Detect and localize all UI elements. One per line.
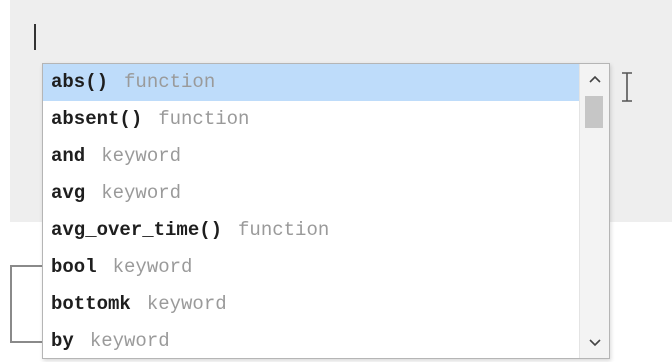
suggestion-label: avg	[51, 182, 86, 204]
suggestion-scrollbar[interactable]	[579, 64, 609, 358]
scroll-up-button[interactable]	[580, 64, 609, 94]
suggestion-label: abs()	[51, 71, 109, 93]
suggestion-kind: keyword	[101, 182, 182, 204]
suggestion-label: and	[51, 145, 86, 167]
suggestion-label: bottomk	[51, 293, 131, 315]
ibeam-cursor-icon	[622, 72, 632, 102]
suggestion-item[interactable]: avg_over_time() function	[43, 212, 579, 249]
suggestion-kind: keyword	[112, 256, 193, 278]
suggestion-label: by	[51, 330, 74, 352]
chevron-up-icon	[588, 75, 601, 83]
suggestion-kind: keyword	[101, 145, 182, 167]
scroll-down-button[interactable]	[580, 328, 609, 358]
suggestion-kind: function	[238, 219, 330, 241]
suggestion-item[interactable]: abs() function	[43, 64, 579, 101]
suggestion-list: abs() function absent() function and keywor…	[43, 64, 579, 358]
app-stage: abs() function absent() function and keywor…	[0, 0, 672, 362]
suggestion-label: avg_over_time()	[51, 219, 223, 241]
suggestion-label: absent()	[51, 108, 143, 130]
suggestion-item[interactable]: absent() function	[43, 101, 579, 138]
suggestion-kind: keyword	[146, 293, 227, 315]
suggestion-label: bool	[51, 256, 97, 278]
suggestion-item[interactable]: bool keyword	[43, 249, 579, 286]
autocomplete-dropdown: abs() function absent() function and keywor…	[42, 63, 610, 359]
suggestion-item[interactable]: by keyword	[43, 323, 579, 358]
suggestion-item[interactable]: and keyword	[43, 138, 579, 175]
suggestion-kind: function	[124, 71, 216, 93]
chevron-down-icon	[588, 339, 601, 347]
scrollbar-thumb[interactable]	[585, 96, 603, 128]
suggestion-kind: function	[158, 108, 250, 130]
text-caret	[34, 24, 36, 50]
suggestion-item[interactable]: bottomk keyword	[43, 286, 579, 323]
suggestion-item[interactable]: avg keyword	[43, 175, 579, 212]
suggestion-kind: keyword	[89, 330, 170, 352]
